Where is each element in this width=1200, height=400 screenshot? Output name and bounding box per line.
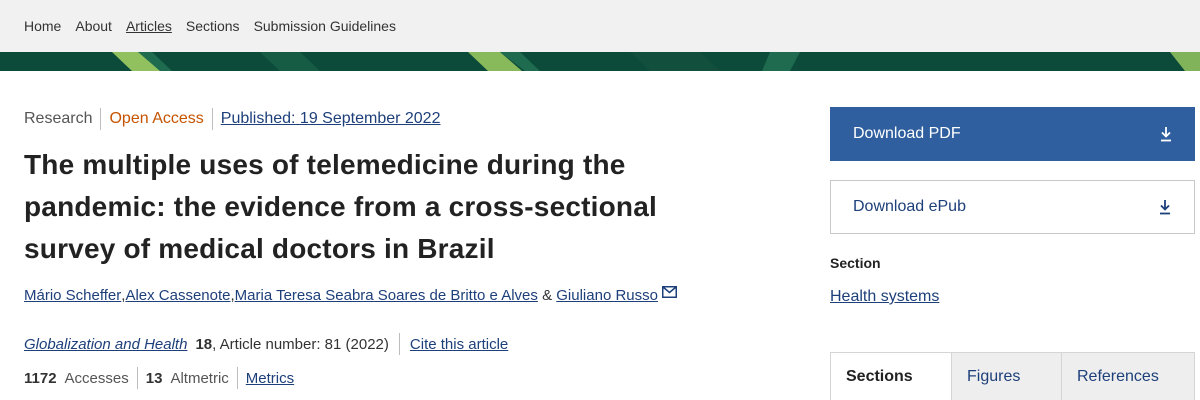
published-date-link[interactable]: Published: 19 September 2022 [221, 110, 441, 128]
author-link[interactable]: Giuliano Russo [556, 287, 658, 304]
section-heading: Section [830, 255, 881, 271]
accesses-label: Accesses [64, 369, 129, 387]
download-pdf-button[interactable]: Download PDF [830, 107, 1195, 161]
download-epub-button[interactable]: Download ePub [830, 180, 1195, 234]
nav-submission-guidelines-link[interactable]: Submission Guidelines [254, 18, 396, 34]
section-link[interactable]: Health systems [830, 288, 939, 306]
article-tabs: Sections Figures References [830, 352, 1195, 400]
tab-figures[interactable]: Figures [951, 352, 1061, 400]
tab-sections[interactable]: Sections [830, 352, 951, 400]
author-link[interactable]: Alex Cassenote [125, 287, 230, 304]
download-arrow-icon [1159, 126, 1173, 142]
divider [136, 367, 138, 389]
metrics-link[interactable]: Metrics [246, 370, 294, 387]
altmetric-label: Altmetric [170, 369, 229, 387]
envelope-icon[interactable] [661, 285, 677, 302]
divider [100, 108, 102, 130]
article-number: , Article number: 81 (2022) [212, 335, 389, 353]
article-type: Research [24, 110, 93, 127]
tab-references[interactable]: References [1061, 352, 1195, 400]
accesses-count: 1172 [24, 369, 57, 387]
open-access-badge: Open Access [109, 110, 204, 127]
nav-home-link[interactable]: Home [24, 18, 61, 34]
download-arrow-icon [1158, 199, 1172, 215]
article-title: The multiple uses of telemedicine during… [24, 149, 657, 264]
journal-info: Globalization and Health 18 , Article nu… [24, 333, 508, 355]
divider [398, 333, 400, 355]
journal-volume: 18 [195, 335, 213, 353]
altmetric-count: 13 [145, 369, 163, 387]
divider [211, 108, 213, 130]
nav-about-link[interactable]: About [75, 18, 112, 34]
download-epub-label: Download ePub [853, 198, 966, 215]
banner-pattern [0, 52, 1200, 71]
author-link[interactable]: Mário Scheffer [24, 287, 121, 304]
journal-name-link[interactable]: Globalization and Health [24, 336, 187, 353]
journal-banner [0, 52, 1200, 71]
author-list: Mário Scheffer , Alex Cassenote , Maria … [24, 285, 677, 304]
top-navigation: Home About Articles Sections Submission … [0, 0, 1200, 52]
divider [236, 367, 238, 389]
cite-article-link[interactable]: Cite this article [410, 336, 508, 353]
author-conjunction: & [538, 287, 556, 304]
nav-links: Home About Articles Sections Submission … [0, 18, 410, 34]
nav-sections-link[interactable]: Sections [186, 18, 240, 34]
nav-articles-link[interactable]: Articles [126, 18, 172, 34]
article-meta: Research Open Access Published: 19 Septe… [24, 108, 440, 130]
conjunction-text: & [542, 287, 553, 304]
author-link[interactable]: Maria Teresa Seabra Soares de Britto e A… [235, 287, 538, 304]
article-metrics: 1172 Accesses 13 Altmetric Metrics [24, 367, 294, 389]
download-pdf-label: Download PDF [853, 125, 961, 142]
